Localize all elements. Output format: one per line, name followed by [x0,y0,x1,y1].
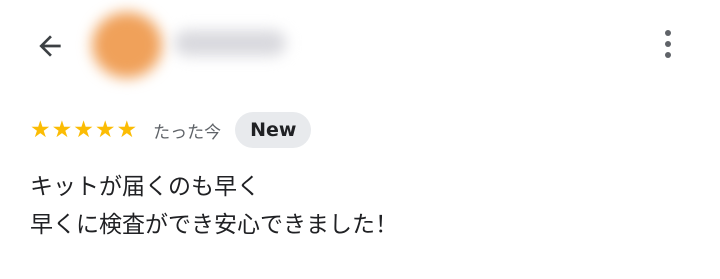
review-meta: ★ ★ ★ ★ ★ たった今 New [30,111,312,149]
star-icon: ★ [94,116,116,143]
star-icon: ★ [116,116,138,143]
star-icon: ★ [30,116,51,143]
more-vert-icon-dot [665,52,671,58]
star-icon: ★ [73,116,94,143]
review-text-line: 早くに検査ができ安心できました！ [30,212,398,238]
more-vert-icon [665,30,671,36]
review-text: キットが届くのも早く 早くに検査ができ安心できました！ [30,168,680,244]
new-badge: New [235,112,312,148]
review-time: たった今 [153,122,222,143]
author-name[interactable] [174,30,286,56]
more-vert-icon-dot [665,41,671,47]
back-button[interactable] [30,26,70,66]
more-options-button[interactable] [650,24,686,64]
review-detail: ★ ★ ★ ★ ★ たった今 New キットが届くのも早く 早くに検査ができ安心… [0,0,720,279]
avatar[interactable] [92,12,162,78]
star-icon: ★ [51,116,73,143]
review-text-line: キットが届くのも早く [30,174,260,200]
star-rating: ★ ★ ★ ★ ★ [30,116,138,143]
arrow-back-icon [39,35,61,57]
